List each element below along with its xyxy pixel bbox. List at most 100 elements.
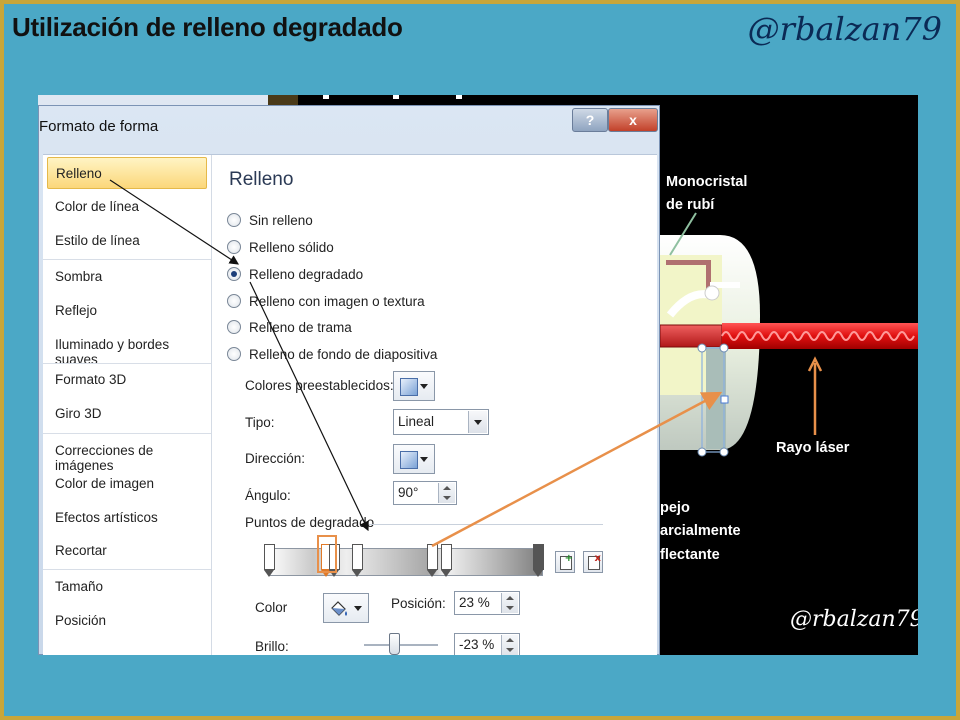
- option-label: Sin relleno: [249, 212, 313, 228]
- option-relleno-degradado[interactable]: Relleno degradado: [227, 264, 363, 284]
- gradient-stops-bar[interactable]: [269, 548, 543, 576]
- gradient-stop[interactable]: [441, 544, 452, 578]
- dialog-title: Formato de forma: [39, 118, 159, 135]
- ribbon-mark: [393, 95, 399, 99]
- position-label: Posición:: [391, 596, 446, 611]
- ribbon-mark: [456, 95, 462, 99]
- gradient-direction-icon: [400, 451, 418, 469]
- brightness-stepper[interactable]: -23 %: [454, 633, 520, 655]
- sidebar-divider: [43, 363, 211, 364]
- type-value: Lineal: [398, 414, 435, 429]
- remove-icon: x: [594, 553, 601, 564]
- option-label: Relleno degradado: [249, 266, 364, 282]
- label-espejo-3: flectante: [660, 547, 720, 563]
- add-gradient-stop-button[interactable]: +: [555, 551, 575, 573]
- gradient-stop[interactable]: [352, 544, 363, 578]
- type-label: Tipo:: [245, 415, 275, 430]
- spin-buttons[interactable]: [501, 593, 518, 613]
- color-picker-button[interactable]: [323, 593, 369, 623]
- position-value[interactable]: 23 %: [459, 595, 490, 610]
- gradient-stop[interactable]: [427, 544, 438, 578]
- chevron-down-icon[interactable]: [468, 411, 487, 433]
- sidebar-divider: [43, 569, 211, 570]
- gradient-preview-icon: [400, 378, 418, 396]
- sidebar-item-efectos-artisticos[interactable]: Efectos artísticos: [55, 510, 158, 525]
- brightness-slider-thumb[interactable]: [389, 633, 400, 655]
- label-monocristal: Monocristal: [666, 174, 748, 190]
- close-button[interactable]: x: [608, 108, 658, 132]
- ruby-laser-illustration: Monocristal de rubí Rayo láser pejo arci…: [659, 95, 918, 655]
- preset-colors-label: Colores preestablecidos:: [245, 378, 394, 393]
- sidebar-item-relleno[interactable]: Relleno: [47, 157, 207, 189]
- sidebar-item-sombra[interactable]: Sombra: [55, 269, 102, 284]
- ribbon-fragment: [38, 95, 268, 105]
- paint-bucket-icon: [331, 601, 347, 616]
- gradient-stop[interactable]: [533, 544, 544, 578]
- fill-panel: Relleno Sin relleno Relleno sólido Relle…: [219, 155, 657, 655]
- label-de-rubi: de rubí: [666, 197, 715, 213]
- label-espejo-1: pejo: [660, 500, 690, 516]
- slide-author-handle: @rbalzan79: [747, 10, 942, 48]
- ribbon-fragment-dark: [268, 95, 298, 105]
- option-relleno-trama[interactable]: Relleno de trama: [227, 317, 352, 337]
- preset-colors-button[interactable]: [393, 371, 435, 401]
- option-sin-relleno[interactable]: Sin relleno: [227, 210, 313, 230]
- position-stepper[interactable]: 23 %: [454, 591, 520, 615]
- format-shape-dialog: Formato de forma ? x Relleno Color de lí…: [38, 105, 660, 655]
- chevron-down-icon: [420, 384, 428, 389]
- option-label: Relleno de trama: [249, 319, 352, 335]
- sidebar-item-correcciones[interactable]: Correcciones de imágenes: [55, 443, 211, 473]
- image-watermark: @rbalzan79: [790, 607, 918, 632]
- remove-gradient-stop-button[interactable]: x: [583, 551, 603, 573]
- type-select[interactable]: Lineal: [393, 409, 489, 435]
- angle-stepper[interactable]: 90°: [393, 481, 457, 505]
- label-rayo-laser: Rayo láser: [776, 440, 850, 456]
- option-relleno-fondo[interactable]: Relleno de fondo de diapositiva: [227, 344, 437, 364]
- gradient-stop[interactable]: [329, 544, 340, 578]
- ribbon-mark: [323, 95, 329, 99]
- sidebar-item-color-de-linea[interactable]: Color de línea: [55, 199, 139, 214]
- option-relleno-imagen[interactable]: Relleno con imagen o textura: [227, 291, 425, 311]
- category-sidebar: Relleno Color de línea Estilo de línea S…: [43, 155, 212, 655]
- chevron-down-icon: [420, 457, 428, 462]
- color-label: Color: [255, 600, 288, 615]
- chevron-down-icon: [354, 606, 362, 611]
- slide-title: Utilización de relleno degradado: [12, 12, 403, 42]
- add-icon: +: [564, 553, 573, 564]
- gradient-stops-label: Puntos de degradado: [245, 515, 375, 530]
- dialog-body: Relleno Color de línea Estilo de línea S…: [43, 154, 657, 655]
- sidebar-item-recortar[interactable]: Recortar: [55, 543, 107, 558]
- sidebar-item-color-de-imagen[interactable]: Color de imagen: [55, 476, 154, 491]
- brightness-value[interactable]: -23 %: [459, 637, 494, 652]
- brightness-label: Brillo:: [255, 639, 289, 654]
- label-espejo-2: arcialmente: [660, 523, 741, 539]
- radio-button[interactable]: [227, 213, 241, 227]
- screenshot-area: Formato de forma ? x Relleno Color de lí…: [38, 95, 918, 655]
- sidebar-item-giro-3d[interactable]: Giro 3D: [55, 406, 102, 421]
- option-label: Relleno sólido: [249, 239, 334, 255]
- angle-value[interactable]: 90°: [398, 485, 418, 500]
- sidebar-item-tamano[interactable]: Tamaño: [55, 579, 103, 594]
- sidebar-item-estilo-de-linea[interactable]: Estilo de línea: [55, 233, 140, 248]
- spin-buttons[interactable]: [501, 635, 518, 655]
- brightness-slider-track[interactable]: [364, 644, 438, 646]
- direction-button[interactable]: [393, 444, 435, 474]
- sidebar-item-formato-3d[interactable]: Formato 3D: [55, 372, 126, 387]
- radio-button[interactable]: [227, 240, 241, 254]
- radio-button-selected[interactable]: [227, 267, 241, 281]
- panel-title: Relleno: [229, 169, 294, 190]
- help-button[interactable]: ?: [572, 108, 608, 132]
- radio-button[interactable]: [227, 320, 241, 334]
- sidebar-item-reflejo[interactable]: Reflejo: [55, 303, 97, 318]
- angle-label: Ángulo:: [245, 488, 291, 503]
- sidebar-item-posicion[interactable]: Posición: [55, 613, 106, 628]
- sidebar-divider: [43, 433, 211, 434]
- option-relleno-solido[interactable]: Relleno sólido: [227, 237, 334, 257]
- direction-label: Dirección:: [245, 451, 306, 466]
- spin-buttons[interactable]: [438, 483, 455, 503]
- group-separator: [369, 524, 603, 525]
- radio-button[interactable]: [227, 347, 241, 361]
- radio-button[interactable]: [227, 294, 241, 308]
- gradient-stop[interactable]: [264, 544, 275, 578]
- option-label: Relleno con imagen o textura: [249, 293, 425, 309]
